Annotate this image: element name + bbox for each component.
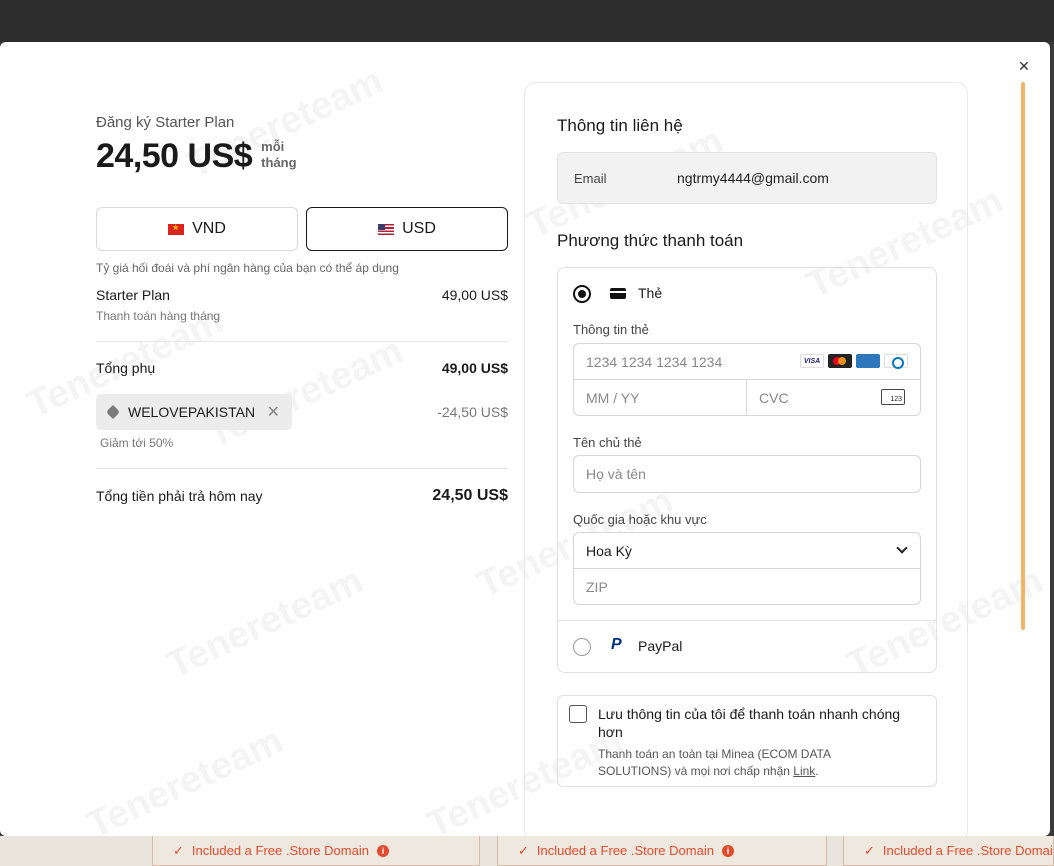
price-row: 24,50 US$ mỗi tháng [96,137,508,175]
diners-icon [884,354,908,369]
plan-title: Đăng ký Starter Plan [96,114,235,131]
email-field[interactable]: Email ngtrmy4444@gmail.com [557,152,937,204]
order-summary: Đăng ký Starter Plan 24,50 US$ mỗi tháng… [96,114,508,505]
coupon-code: WELOVEPAKISTAN [128,404,256,420]
scrollbar[interactable] [1021,82,1025,630]
plan-feature-card: ✓ Included a Free .Store Domain [843,836,1054,866]
save-info-checkbox[interactable] [569,705,587,723]
total-row: Tổng tiền phải trả hôm nay 24,50 US$ [96,487,508,505]
link-link[interactable]: Link [793,764,815,778]
country-label: Quốc gia hoặc khu vực [573,512,707,527]
check-icon: ✓ [864,842,875,858]
cardholder-label: Tên chủ thẻ [573,435,642,450]
card-info-label: Thông tin thẻ [573,322,649,337]
plan-price: 24,50 US$ [96,137,253,175]
total-label: Tổng tiền phải trả hôm nay [96,488,263,504]
visa-icon: VISA [800,354,824,368]
card-icon [610,288,626,299]
payment-panel: Thông tin liên hệ Email ngtrmy4444@gmail… [524,82,968,836]
save-info-suffix: . [815,764,819,778]
plan-feature-text: Included a Free .Store Domain [882,843,1054,858]
billing-period: mỗi tháng [261,139,297,170]
card-number-placeholder: 1234 1234 1234 1234 [586,353,723,370]
watermark: Tenereteam [161,560,370,688]
remove-coupon-icon[interactable]: ✕ [267,402,280,422]
coupon-note: Giảm tới 50% [100,436,174,450]
cardholder-input[interactable]: Họ và tên [573,455,921,493]
coupon-chip: WELOVEPAKISTAN ✕ [96,394,292,430]
app-top-bar [0,0,1054,42]
fx-note: Tỷ giá hối đoái và phí ngân hàng của bạn… [96,261,399,275]
mastercard-icon [828,354,852,368]
check-icon: ✓ [518,842,529,858]
card-radio[interactable] [573,285,591,303]
line-item: Starter Plan Thanh toán hàng tháng 49,00… [96,287,508,323]
expiry-input[interactable]: MM / YY [573,379,748,416]
currency-selector: VND USD [96,207,508,251]
divider [558,620,936,621]
tag-icon [105,404,121,420]
total-amount: 24,50 US$ [432,487,508,504]
country-value: Hoa Kỳ [586,542,632,559]
save-info-title[interactable]: Lưu thông tin của tôi để thanh toán nhan… [598,705,928,741]
zip-input[interactable]: ZIP [573,568,921,605]
zip-placeholder: ZIP [586,578,608,595]
payment-method-title: Phương thức thanh toán [557,231,744,250]
coupon-row: WELOVEPAKISTAN ✕ -24,50 US$ [96,394,508,430]
info-icon[interactable]: i [376,844,389,857]
email-label: Email [574,170,607,186]
info-icon[interactable]: i [721,844,734,857]
paypal-option-label[interactable]: PayPal [638,638,682,654]
card-option-label[interactable]: Thẻ [638,285,662,301]
line-item-name: Starter Plan [96,287,170,303]
contact-title: Thông tin liên hệ [557,116,683,135]
currency-vnd-button[interactable]: VND [96,207,298,251]
card-brands: VISA [800,354,908,369]
currency-usd-button[interactable]: USD [306,207,508,251]
subtotal-row: Tổng phụ 49,00 US$ [96,360,508,376]
cvc-card-icon: 123 [881,389,905,405]
payment-methods: Thẻ Thông tin thẻ 1234 1234 1234 1234 VI… [557,267,937,673]
plan-feature-text: Included a Free .Store Domain [536,843,714,858]
paypal-radio[interactable] [573,638,591,656]
checkout-modal: Tenereteam Tenereteam Tenereteam Teneret… [0,42,1050,836]
vietnam-flag-icon [168,223,185,235]
cvc-placeholder: CVC [759,389,789,406]
email-value: ngtrmy4444@gmail.com [677,170,829,186]
cardholder-placeholder: Họ và tên [586,466,646,482]
currency-label: USD [402,220,436,237]
divider [96,468,508,469]
us-flag-icon [378,223,395,235]
amex-icon [856,354,880,368]
save-info-box: Lưu thông tin của tôi để thanh toán nhan… [557,695,937,787]
save-info-subtitle: Thanh toán an toàn tại Minea (ECOM DATA … [598,746,898,780]
currency-label: VND [192,220,226,237]
plan-feature-text: Included a Free .Store Domain [191,843,369,858]
line-item-billing: Thanh toán hàng tháng [96,309,221,323]
subtotal-amount: 49,00 US$ [441,360,508,376]
country-select[interactable]: Hoa Kỳ [573,532,921,569]
paypal-icon: P [611,636,622,653]
line-item-amount: 49,00 US$ [441,287,508,303]
coupon-discount: -24,50 US$ [437,404,508,420]
expiry-placeholder: MM / YY [586,389,640,406]
check-icon: ✓ [173,842,184,858]
divider [96,341,508,342]
watermark: Tenereteam [81,720,290,836]
plan-feature-card: ✓ Included a Free .Store Domain i [497,836,827,866]
close-icon[interactable]: ✕ [1016,58,1032,74]
subtotal-label: Tổng phụ [96,360,156,376]
plan-feature-card: ✓ Included a Free .Store Domain i [152,836,480,866]
